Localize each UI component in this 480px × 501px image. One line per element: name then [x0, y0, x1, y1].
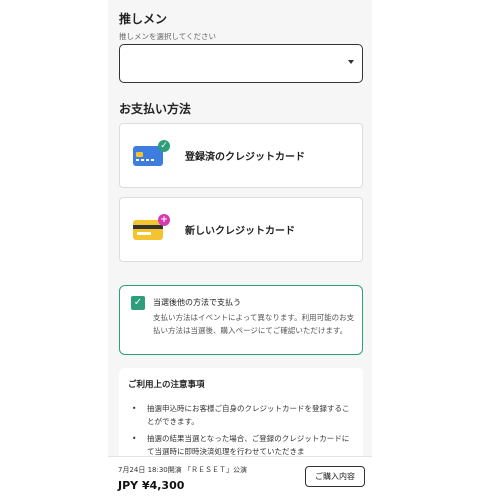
price-label: JPY ¥4,300 [118, 479, 185, 492]
check-icon: ✓ [158, 140, 170, 152]
pay-later-description: 支払い方法はイベントによって異なります。利用可能のお支払い方法は当選後、購入ペー… [153, 313, 355, 335]
payment-option-label: 登録済のクレジットカード [185, 152, 305, 163]
payment-option-registered-card[interactable]: ✓ 登録済のクレジットカード [119, 123, 363, 188]
terms-item: 抽選申込時にお客様ご自身のクレジットカードを登録することができます。 [132, 402, 354, 428]
checkbox-checked-icon[interactable]: ✓ [131, 296, 145, 310]
terms-item: 抽選の結果当選となった場合、ご登録のクレジットカードにて当選時に即時決済処理を行… [132, 432, 354, 458]
member-select[interactable] [119, 44, 363, 83]
payment-option-label: 新しいクレジットカード [185, 226, 295, 237]
main-panel: 推しメン 推しメンを選択してください お支払い方法 ✓ 登録済のクレジットカード… [108, 0, 372, 501]
purchase-footer: 7月24日 18:30開演 「ＲＥＳＥＴ」公演 JPY ¥4,300 ご購入内容 [108, 456, 372, 501]
member-section-title: 推しメン [119, 12, 168, 26]
payment-option-new-card[interactable]: + 新しいクレジットカード [119, 197, 363, 262]
event-info: 7月24日 18:30開演 「ＲＥＳＥＴ」公演 [118, 466, 247, 474]
terms-title: ご利用上の注意事項 [128, 380, 205, 390]
terms-list: 抽選申込時にお客様ご自身のクレジットカードを登録することができます。 抽選の結果… [132, 402, 354, 462]
plus-icon: + [158, 214, 170, 226]
chevron-down-icon [348, 60, 354, 64]
pay-later-option[interactable]: ✓ 当選後他の方法で支払う 支払い方法はイベントによって異なります。利用可能のお… [119, 285, 363, 355]
member-section-subtitle: 推しメンを選択してください [119, 32, 217, 41]
pay-later-title: 当選後他の方法で支払う [153, 298, 241, 307]
order-details-button[interactable]: ご購入内容 [305, 466, 365, 487]
payment-section-title: お支払い方法 [119, 102, 192, 116]
